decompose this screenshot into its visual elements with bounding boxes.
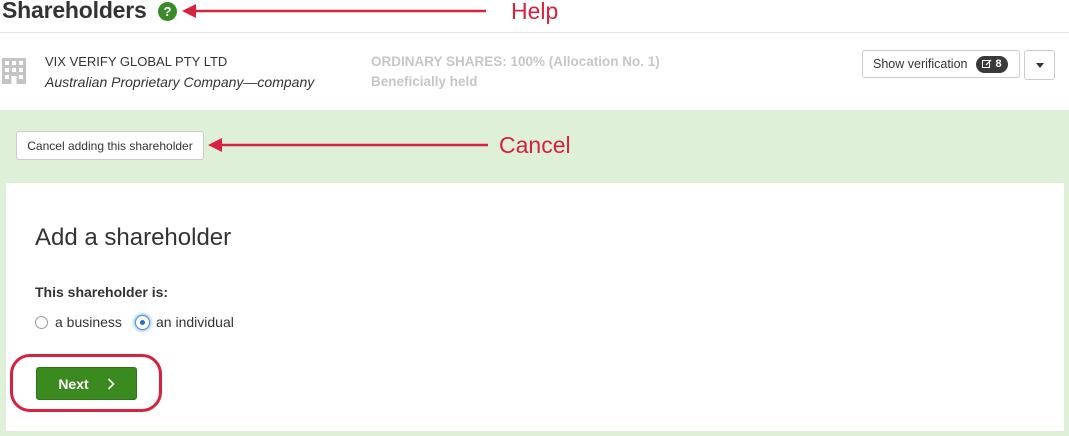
- chevron-right-icon: [107, 377, 115, 390]
- page-title: Shareholders: [2, 0, 147, 23]
- holding-type: Beneficially held: [371, 74, 478, 89]
- cancel-adding-shareholder-button[interactable]: Cancel adding this shareholder: [16, 131, 204, 160]
- help-icon[interactable]: ?: [158, 2, 177, 21]
- cancel-annotation-label: Cancel: [499, 132, 571, 158]
- header-divider: [0, 32, 1069, 33]
- next-button[interactable]: Next: [36, 367, 137, 400]
- cancel-annotation-arrow: [208, 138, 488, 152]
- next-button-label: Next: [58, 375, 89, 392]
- building-icon: [2, 58, 26, 84]
- radio-individual[interactable]: [135, 315, 150, 330]
- radio-selected-dot: [140, 320, 145, 325]
- verification-dropdown-button[interactable]: [1024, 50, 1055, 80]
- help-annotation-arrow: [182, 4, 486, 18]
- radio-business-label[interactable]: a business: [55, 314, 122, 330]
- verification-count-badge: 8: [975, 55, 1008, 73]
- verification-count: 8: [995, 58, 1002, 70]
- add-shareholder-card: [6, 183, 1064, 431]
- help-annotation-label: Help: [511, 0, 559, 24]
- radio-business[interactable]: [35, 316, 48, 329]
- show-verification-button[interactable]: Show verification 8: [862, 50, 1020, 78]
- caret-down-icon: [1035, 62, 1044, 68]
- shareholder-name: VIX VERIFY GLOBAL PTY LTD: [45, 54, 228, 69]
- show-verification-label: Show verification: [873, 57, 968, 71]
- share-allocation: ORDINARY SHARES: 100% (Allocation No. 1): [371, 54, 660, 69]
- radio-individual-label[interactable]: an individual: [156, 314, 234, 330]
- add-shareholder-title: Add a shareholder: [35, 224, 232, 251]
- edit-check-icon: [981, 59, 991, 68]
- shareholder-kind-label: This shareholder is:: [35, 284, 169, 300]
- shareholder-type: Australian Proprietary Company—company: [45, 74, 315, 90]
